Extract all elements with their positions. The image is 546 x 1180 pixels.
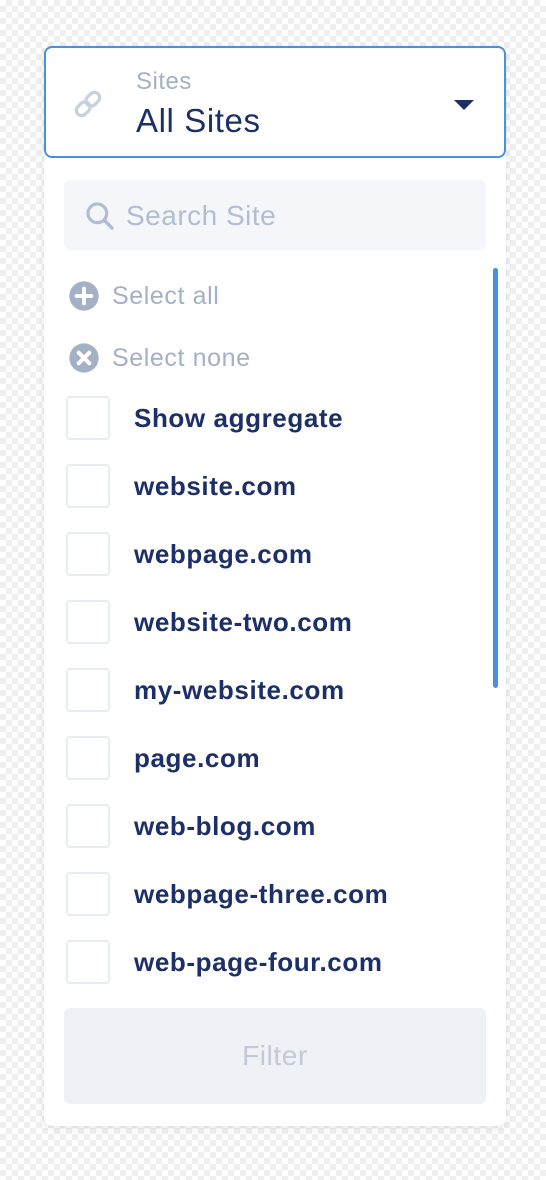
option-show-aggregate[interactable]: Show aggregate xyxy=(66,394,476,442)
x-circle-icon xyxy=(69,343,99,373)
option-web-page-four[interactable]: web-page-four.com xyxy=(66,938,476,986)
option-label: webpage-three.com xyxy=(134,878,389,909)
option-web-blog[interactable]: web-blog.com xyxy=(66,802,476,850)
checkbox[interactable] xyxy=(66,668,110,712)
select-none-label: Select none xyxy=(112,343,251,372)
option-label: website-two.com xyxy=(134,606,353,637)
checkbox[interactable] xyxy=(66,464,110,508)
option-label: Show aggregate xyxy=(134,402,344,433)
option-webpage-three[interactable]: webpage-three.com xyxy=(66,870,476,918)
checkbox[interactable] xyxy=(66,872,110,916)
scrollbar[interactable] xyxy=(493,268,498,688)
option-label: my-website.com xyxy=(134,674,345,705)
option-label: page.com xyxy=(134,742,261,773)
search-box xyxy=(64,180,486,250)
option-label: web-page-four.com xyxy=(134,946,383,977)
filter-button[interactable]: Filter xyxy=(64,1008,486,1104)
site-filter-dropdown: Sites All Sites Select all Select none S… xyxy=(44,46,506,1126)
checkbox[interactable] xyxy=(66,804,110,848)
checkbox[interactable] xyxy=(66,940,110,984)
select-none-button[interactable]: Select none xyxy=(68,340,251,376)
select-all-button[interactable]: Select all xyxy=(68,278,219,314)
option-website-two[interactable]: website-two.com xyxy=(66,598,476,646)
option-label: website.com xyxy=(134,470,297,501)
plus-circle-icon xyxy=(69,281,99,311)
checkbox[interactable] xyxy=(66,736,110,780)
caret-down-icon[interactable] xyxy=(454,100,474,110)
checkbox[interactable] xyxy=(66,396,110,440)
checkbox[interactable] xyxy=(66,600,110,644)
search-input[interactable] xyxy=(124,192,468,240)
site-select[interactable]: Sites All Sites xyxy=(44,46,506,158)
site-select-label: Sites xyxy=(136,68,192,95)
option-webpage[interactable]: webpage.com xyxy=(66,530,476,578)
search-icon xyxy=(86,202,114,230)
checkbox[interactable] xyxy=(66,532,110,576)
option-my-website[interactable]: my-website.com xyxy=(66,666,476,714)
option-page[interactable]: page.com xyxy=(66,734,476,782)
option-label: web-blog.com xyxy=(134,810,316,841)
site-select-value: All Sites xyxy=(136,102,261,139)
option-website[interactable]: website.com xyxy=(66,462,476,510)
link-icon xyxy=(74,90,102,118)
option-label: webpage.com xyxy=(134,538,313,569)
select-all-label: Select all xyxy=(112,281,220,310)
